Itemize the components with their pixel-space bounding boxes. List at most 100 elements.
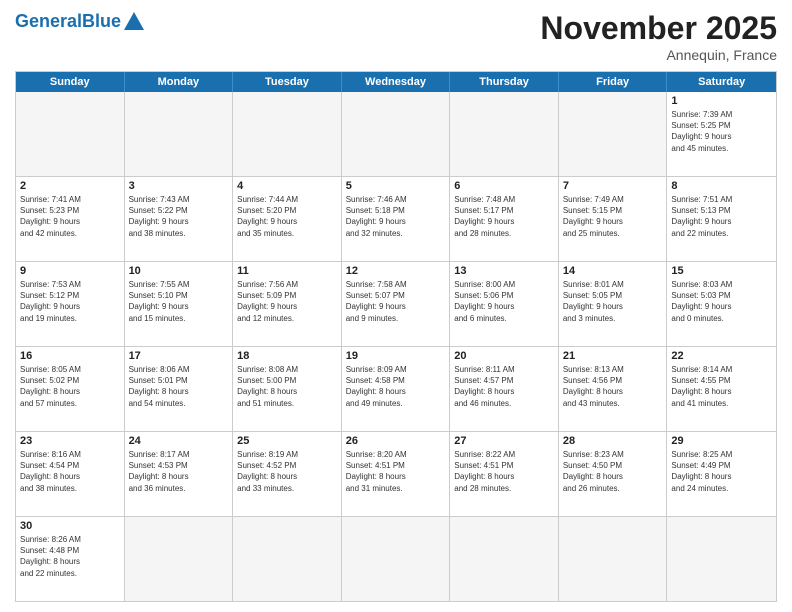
- calendar-cell-empty: [233, 517, 342, 601]
- calendar-row-4: 23 Sunrise: 8:16 AM Sunset: 4:54 PM Dayli…: [16, 432, 776, 517]
- calendar-cell-empty: [559, 517, 668, 601]
- calendar-cell-empty: [342, 517, 451, 601]
- weekday-header-monday: Monday: [125, 72, 234, 92]
- sun-info: Sunrise: 7:39 AM Sunset: 5:25 PM Dayligh…: [671, 109, 772, 154]
- page: GeneralBlue November 2025 Annequin, Fran…: [0, 0, 792, 612]
- day-number: 6: [454, 180, 554, 192]
- calendar-day-28: 28 Sunrise: 8:23 AM Sunset: 4:50 PM Dayli…: [559, 432, 668, 516]
- day-number: 9: [20, 265, 120, 277]
- calendar-day-7: 7Sunrise: 7:49 AM Sunset: 5:15 PM Daylig…: [559, 177, 668, 261]
- calendar-day-21: 21 Sunrise: 8:13 AM Sunset: 4:56 PM Dayli…: [559, 347, 668, 431]
- calendar-day-14: 14Sunrise: 8:01 AM Sunset: 5:05 PM Dayli…: [559, 262, 668, 346]
- calendar-cell-empty: [450, 517, 559, 601]
- calendar-day-2: 2Sunrise: 7:41 AM Sunset: 5:23 PM Daylig…: [16, 177, 125, 261]
- day-number: 5: [346, 180, 446, 192]
- calendar-day-9: 9 Sunrise: 7:53 AM Sunset: 5:12 PM Daylig…: [16, 262, 125, 346]
- day-number: 10: [129, 265, 229, 277]
- sun-info: Sunrise: 8:23 AM Sunset: 4:50 PM Dayligh…: [563, 449, 663, 494]
- logo-general: General: [15, 11, 82, 31]
- logo-blue: Blue: [82, 11, 121, 31]
- day-number: 19: [346, 350, 446, 362]
- calendar-day-4: 4Sunrise: 7:44 AM Sunset: 5:20 PM Daylig…: [233, 177, 342, 261]
- day-number: 22: [671, 350, 772, 362]
- calendar-day-3: 3Sunrise: 7:43 AM Sunset: 5:22 PM Daylig…: [125, 177, 234, 261]
- sun-info: Sunrise: 8:19 AM Sunset: 4:52 PM Dayligh…: [237, 449, 337, 494]
- day-number: 1: [671, 95, 772, 107]
- calendar-cell-empty: [342, 92, 451, 176]
- calendar-day-17: 17Sunrise: 8:06 AM Sunset: 5:01 PM Dayli…: [125, 347, 234, 431]
- calendar-day-25: 25 Sunrise: 8:19 AM Sunset: 4:52 PM Dayli…: [233, 432, 342, 516]
- day-number: 11: [237, 265, 337, 277]
- sun-info: Sunrise: 8:14 AM Sunset: 4:55 PM Dayligh…: [671, 364, 772, 409]
- title-location: Annequin, France: [540, 47, 777, 63]
- weekday-header-saturday: Saturday: [667, 72, 776, 92]
- day-number: 16: [20, 350, 120, 362]
- logo: GeneralBlue: [15, 10, 145, 32]
- sun-info: Sunrise: 7:55 AM Sunset: 5:10 PM Dayligh…: [129, 279, 229, 324]
- calendar-day-26: 26Sunrise: 8:20 AM Sunset: 4:51 PM Dayli…: [342, 432, 451, 516]
- calendar-body: 1 Sunrise: 7:39 AM Sunset: 5:25 PM Daylig…: [16, 92, 776, 601]
- sun-info: Sunrise: 7:43 AM Sunset: 5:22 PM Dayligh…: [129, 194, 229, 239]
- day-number: 27: [454, 435, 554, 447]
- calendar-cell-empty: [125, 517, 234, 601]
- calendar-row-3: 16 Sunrise: 8:05 AM Sunset: 5:02 PM Dayli…: [16, 347, 776, 432]
- calendar-day-29: 29Sunrise: 8:25 AM Sunset: 4:49 PM Dayli…: [667, 432, 776, 516]
- sun-info: Sunrise: 7:56 AM Sunset: 5:09 PM Dayligh…: [237, 279, 337, 324]
- weekday-header-tuesday: Tuesday: [233, 72, 342, 92]
- weekday-header-wednesday: Wednesday: [342, 72, 451, 92]
- sun-info: Sunrise: 8:22 AM Sunset: 4:51 PM Dayligh…: [454, 449, 554, 494]
- calendar-day-5: 5 Sunrise: 7:46 AM Sunset: 5:18 PM Daylig…: [342, 177, 451, 261]
- sun-info: Sunrise: 8:09 AM Sunset: 4:58 PM Dayligh…: [346, 364, 446, 409]
- sun-info: Sunrise: 8:16 AM Sunset: 4:54 PM Dayligh…: [20, 449, 120, 494]
- calendar-day-8: 8Sunrise: 7:51 AM Sunset: 5:13 PM Daylig…: [667, 177, 776, 261]
- sun-info: Sunrise: 8:06 AM Sunset: 5:01 PM Dayligh…: [129, 364, 229, 409]
- weekday-header-friday: Friday: [559, 72, 668, 92]
- day-number: 12: [346, 265, 446, 277]
- calendar-cell-empty: [16, 92, 125, 176]
- calendar-day-16: 16 Sunrise: 8:05 AM Sunset: 5:02 PM Dayli…: [16, 347, 125, 431]
- sun-info: Sunrise: 8:25 AM Sunset: 4:49 PM Dayligh…: [671, 449, 772, 494]
- calendar-cell-empty: [559, 92, 668, 176]
- day-number: 15: [671, 265, 772, 277]
- sun-info: Sunrise: 7:53 AM Sunset: 5:12 PM Dayligh…: [20, 279, 120, 324]
- day-number: 24: [129, 435, 229, 447]
- day-number: 28: [563, 435, 663, 447]
- sun-info: Sunrise: 8:20 AM Sunset: 4:51 PM Dayligh…: [346, 449, 446, 494]
- header: GeneralBlue November 2025 Annequin, Fran…: [15, 10, 777, 63]
- calendar-day-6: 6 Sunrise: 7:48 AM Sunset: 5:17 PM Daylig…: [450, 177, 559, 261]
- day-number: 13: [454, 265, 554, 277]
- sun-info: Sunrise: 8:17 AM Sunset: 4:53 PM Dayligh…: [129, 449, 229, 494]
- calendar-day-18: 18Sunrise: 8:08 AM Sunset: 5:00 PM Dayli…: [233, 347, 342, 431]
- day-number: 20: [454, 350, 554, 362]
- calendar-row-1: 2Sunrise: 7:41 AM Sunset: 5:23 PM Daylig…: [16, 177, 776, 262]
- calendar-cell-empty: [125, 92, 234, 176]
- calendar-cell-empty: [667, 517, 776, 601]
- day-number: 21: [563, 350, 663, 362]
- sun-info: Sunrise: 7:46 AM Sunset: 5:18 PM Dayligh…: [346, 194, 446, 239]
- calendar-cell-empty: [233, 92, 342, 176]
- day-number: 25: [237, 435, 337, 447]
- day-number: 30: [20, 520, 120, 532]
- day-number: 14: [563, 265, 663, 277]
- calendar-day-15: 15 Sunrise: 8:03 AM Sunset: 5:03 PM Dayli…: [667, 262, 776, 346]
- logo-icon: [123, 10, 145, 32]
- sun-info: Sunrise: 8:00 AM Sunset: 5:06 PM Dayligh…: [454, 279, 554, 324]
- sun-info: Sunrise: 7:48 AM Sunset: 5:17 PM Dayligh…: [454, 194, 554, 239]
- sun-info: Sunrise: 8:13 AM Sunset: 4:56 PM Dayligh…: [563, 364, 663, 409]
- calendar-day-20: 20 Sunrise: 8:11 AM Sunset: 4:57 PM Dayli…: [450, 347, 559, 431]
- calendar-day-1: 1 Sunrise: 7:39 AM Sunset: 5:25 PM Daylig…: [667, 92, 776, 176]
- sun-info: Sunrise: 7:44 AM Sunset: 5:20 PM Dayligh…: [237, 194, 337, 239]
- calendar-day-24: 24 Sunrise: 8:17 AM Sunset: 4:53 PM Dayli…: [125, 432, 234, 516]
- title-block: November 2025 Annequin, France: [540, 10, 777, 63]
- sun-info: Sunrise: 8:03 AM Sunset: 5:03 PM Dayligh…: [671, 279, 772, 324]
- calendar-row-0: 1 Sunrise: 7:39 AM Sunset: 5:25 PM Daylig…: [16, 92, 776, 177]
- sun-info: Sunrise: 8:11 AM Sunset: 4:57 PM Dayligh…: [454, 364, 554, 409]
- calendar-day-22: 22 Sunrise: 8:14 AM Sunset: 4:55 PM Dayli…: [667, 347, 776, 431]
- day-number: 23: [20, 435, 120, 447]
- sun-info: Sunrise: 8:05 AM Sunset: 5:02 PM Dayligh…: [20, 364, 120, 409]
- calendar-header: SundayMondayTuesdayWednesdayThursdayFrid…: [16, 72, 776, 92]
- day-number: 8: [671, 180, 772, 192]
- calendar-day-11: 11 Sunrise: 7:56 AM Sunset: 5:09 PM Dayli…: [233, 262, 342, 346]
- calendar-cell-empty: [450, 92, 559, 176]
- calendar-day-10: 10 Sunrise: 7:55 AM Sunset: 5:10 PM Dayli…: [125, 262, 234, 346]
